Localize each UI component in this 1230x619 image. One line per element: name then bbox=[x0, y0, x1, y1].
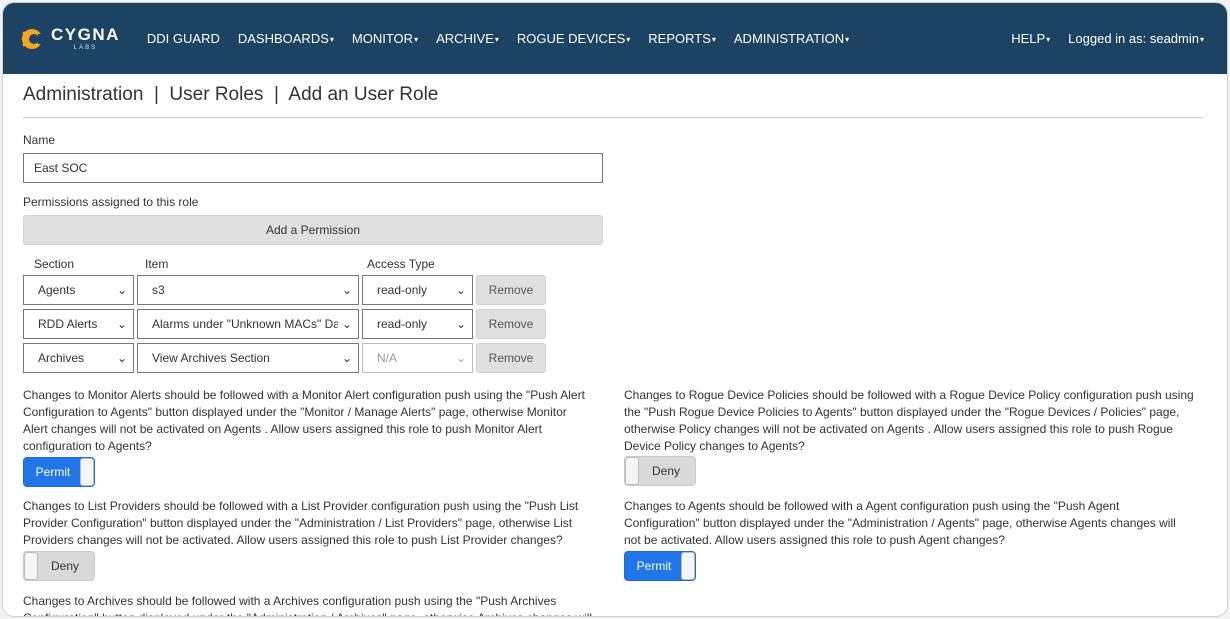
archives-description: Changes to Archives should be followed w… bbox=[23, 594, 592, 616]
monitor-alerts-description: Changes to Monitor Alerts should be foll… bbox=[23, 388, 585, 453]
permission-row: Agents ⌄ s3 ⌄ read-only ⌄ Remove bbox=[23, 275, 1203, 305]
chevron-down-icon: ⌄ bbox=[455, 283, 466, 297]
monitor-alerts-toggle[interactable]: Permit bbox=[23, 457, 95, 487]
permissions-label: Permissions assigned to this role bbox=[23, 195, 199, 209]
list-providers-toggle[interactable]: Deny bbox=[23, 551, 95, 581]
nav-archive[interactable]: ARCHIVE▾ bbox=[436, 31, 499, 46]
brand-name: CYGNA bbox=[51, 25, 120, 44]
remove-button[interactable]: Remove bbox=[476, 275, 546, 305]
chevron-down-icon: ⌄ bbox=[116, 351, 127, 365]
caret-down-icon: ▾ bbox=[1199, 35, 1204, 44]
rogue-policies-toggle[interactable]: Deny bbox=[624, 456, 696, 486]
nav-monitor[interactable]: MONITOR▾ bbox=[352, 31, 418, 46]
access-type-select[interactable]: read-only ⌄ bbox=[362, 309, 473, 339]
caret-down-icon: ▾ bbox=[329, 35, 334, 44]
remove-button[interactable]: Remove bbox=[476, 309, 546, 339]
agents-description: Changes to Agents should be followed wit… bbox=[624, 499, 1176, 547]
page-title: Administration | User Roles | Add an Use… bbox=[23, 74, 1203, 118]
nav-help[interactable]: HELP▾ bbox=[1011, 31, 1050, 46]
nav-ddi-guard[interactable]: DDI GUARD bbox=[147, 31, 220, 46]
role-name-input[interactable] bbox=[23, 153, 603, 183]
agents-toggle[interactable]: Permit bbox=[624, 551, 696, 581]
brand-sub: LABS bbox=[73, 45, 98, 51]
chevron-down-icon: ⌄ bbox=[455, 351, 466, 365]
item-select[interactable]: Alarms under "Unknown MACs" Dashboard⌄ bbox=[137, 309, 359, 339]
section-select[interactable]: Agents ⌄ bbox=[23, 275, 134, 305]
nav-user-menu[interactable]: Logged in as: seadmin▾ bbox=[1068, 31, 1204, 46]
nav-administration[interactable]: ADMINISTRATION▾ bbox=[734, 31, 849, 46]
chevron-down-icon: ⌄ bbox=[341, 317, 352, 331]
chevron-down-icon: ⌄ bbox=[116, 283, 127, 297]
chevron-down-icon: ⌄ bbox=[116, 317, 127, 331]
caret-down-icon: ▾ bbox=[1046, 35, 1051, 44]
push-permissions: Changes to Monitor Alerts should be foll… bbox=[23, 387, 1203, 616]
section-select[interactable]: Archives ⌄ bbox=[23, 343, 134, 373]
caret-down-icon: ▾ bbox=[711, 35, 716, 44]
access-type-select: N/A ⌄ bbox=[362, 343, 473, 373]
nav-rogue-devices[interactable]: ROGUE DEVICES▾ bbox=[517, 31, 630, 46]
app-window: CYGNA LABS DDI GUARD DASHBOARDS▾ MONITOR… bbox=[2, 2, 1228, 617]
item-select[interactable]: s3 ⌄ bbox=[137, 275, 359, 305]
main-content: Administration | User Roles | Add an Use… bbox=[3, 74, 1227, 616]
permission-row: Archives ⌄ View Archives Section ⌄ N/A ⌄ Re… bbox=[23, 343, 1203, 373]
chevron-down-icon: ⌄ bbox=[341, 351, 352, 365]
caret-down-icon: ▾ bbox=[845, 35, 850, 44]
toggle-knob bbox=[80, 458, 94, 486]
rogue-policies-description: Changes to Rogue Device Policies should … bbox=[624, 388, 1194, 453]
permissions-header: Section Item Access Type bbox=[23, 257, 1203, 271]
nav-dashboards[interactable]: DASHBOARDS▾ bbox=[238, 31, 334, 46]
caret-down-icon: ▾ bbox=[626, 35, 631, 44]
access-header: Access Type bbox=[367, 257, 435, 271]
brand-logo[interactable]: CYGNA LABS bbox=[19, 25, 120, 53]
add-permission-button[interactable]: Add a Permission bbox=[23, 215, 603, 245]
section-select[interactable]: RDD Alerts ⌄ bbox=[23, 309, 134, 339]
name-label: Name bbox=[23, 133, 56, 147]
section-header: Section bbox=[34, 257, 75, 271]
permission-row: RDD Alerts ⌄ Alarms under "Unknown MACs" … bbox=[23, 309, 1203, 339]
chevron-down-icon: ⌄ bbox=[455, 317, 466, 331]
caret-down-icon: ▾ bbox=[414, 35, 419, 44]
nav-reports[interactable]: REPORTS▾ bbox=[648, 31, 716, 46]
top-navbar: CYGNA LABS DDI GUARD DASHBOARDS▾ MONITOR… bbox=[3, 3, 1227, 74]
item-select[interactable]: View Archives Section ⌄ bbox=[137, 343, 359, 373]
toggle-knob bbox=[681, 552, 695, 580]
caret-down-icon: ▾ bbox=[494, 35, 499, 44]
remove-button[interactable]: Remove bbox=[476, 343, 546, 373]
list-providers-description: Changes to List Providers should be foll… bbox=[23, 499, 579, 547]
access-type-select[interactable]: read-only ⌄ bbox=[362, 275, 473, 305]
cygna-logo-icon bbox=[21, 28, 46, 49]
chevron-down-icon: ⌄ bbox=[341, 283, 352, 297]
item-header: Item bbox=[145, 257, 169, 271]
